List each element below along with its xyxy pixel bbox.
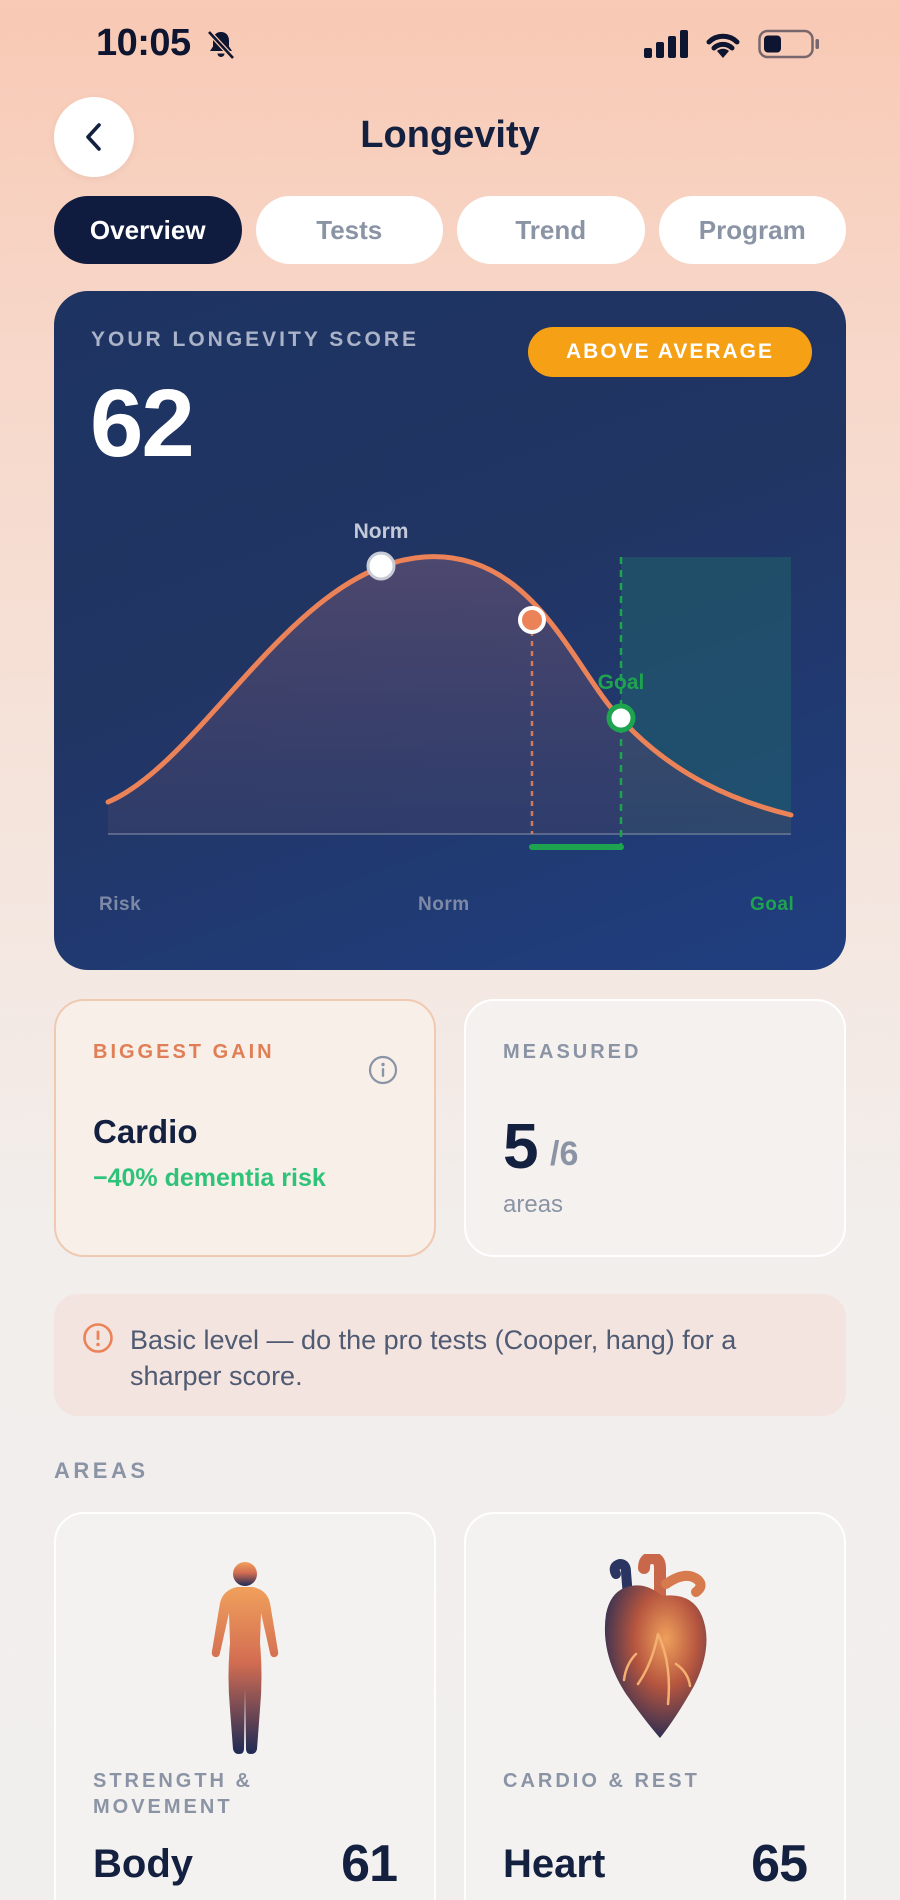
- status-badge: ABOVE AVERAGE: [528, 327, 812, 377]
- biggest-gain-title: Cardio: [93, 1113, 198, 1150]
- score-value: 62: [90, 370, 195, 477]
- current-point: [518, 606, 546, 634]
- area-kicker: STRENGTH & MOVEMENT: [93, 1770, 253, 1818]
- axis-label-norm: Norm: [418, 894, 470, 915]
- measured-total: /6: [550, 1135, 579, 1173]
- longevity-score-card: Norm Goal YOUR LONGEVITY SCORE 62 ABOVE …: [54, 291, 846, 970]
- area-score: 65: [751, 1835, 808, 1893]
- area-name: Heart: [503, 1842, 606, 1886]
- status-time: 10:05: [96, 22, 191, 64]
- tab-overview[interactable]: Overview: [54, 196, 242, 264]
- axis-label-goal: Goal: [750, 894, 795, 915]
- heart-organ-icon: [604, 1554, 707, 1738]
- battery-icon: [758, 29, 819, 59]
- axis-label-risk: Risk: [99, 894, 142, 915]
- status-bar: 10:05: [0, 0, 900, 90]
- biggest-gain-subtitle: −40% dementia risk: [93, 1164, 326, 1192]
- area-card-heart[interactable]: CARDIO & REST Heart 65: [464, 1512, 846, 1900]
- tab-tests[interactable]: Tests: [255, 196, 443, 264]
- info-icon: [83, 1323, 113, 1353]
- measured-kicker: MEASURED: [503, 1041, 642, 1063]
- area-kicker: CARDIO & REST: [503, 1770, 700, 1792]
- notice-text: Basic level — do the pro tests (Cooper, …: [130, 1325, 737, 1391]
- areas-section-title: AREAS: [54, 1458, 149, 1483]
- norm-point-label: Norm: [354, 520, 409, 543]
- goal-point-label: Goal: [598, 671, 645, 694]
- body-figure-icon: [211, 1562, 279, 1754]
- measured-card[interactable]: MEASURED 5 /6 areas: [464, 999, 846, 1257]
- bell-muted-icon: [207, 30, 235, 60]
- score-label: YOUR LONGEVITY SCORE: [91, 328, 419, 351]
- notice-banner: Basic level — do the pro tests (Cooper, …: [54, 1294, 846, 1416]
- info-icon[interactable]: [368, 1055, 398, 1085]
- norm-point: [366, 551, 396, 581]
- page-title: Longevity: [360, 114, 540, 156]
- tab-trend[interactable]: Trend: [457, 196, 645, 264]
- area-card-body[interactable]: STRENGTH & MOVEMENT Body 61: [54, 1512, 436, 1900]
- measured-unit: areas: [503, 1191, 564, 1218]
- wifi-icon: [706, 33, 740, 58]
- tab-bar: Overview Tests Trend Program: [54, 196, 846, 264]
- tab-program[interactable]: Program: [658, 196, 846, 264]
- biggest-gain-kicker: BIGGEST GAIN: [93, 1041, 275, 1063]
- area-name: Body: [93, 1842, 193, 1886]
- area-score: 61: [341, 1835, 398, 1893]
- goal-point: [606, 703, 636, 733]
- cellular-signal-icon: [644, 30, 688, 58]
- measured-value: 5: [503, 1110, 539, 1182]
- biggest-gain-card[interactable]: BIGGEST GAIN Cardio −40% dementia risk: [54, 999, 436, 1257]
